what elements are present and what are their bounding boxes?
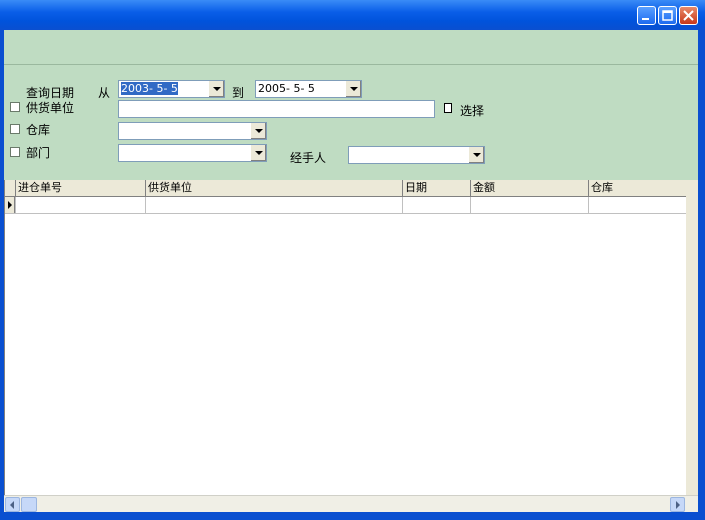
select-button-label: 选择: [460, 104, 485, 118]
supplier-label: 供货单位: [26, 101, 75, 115]
table-row[interactable]: [5, 197, 687, 214]
from-date-picker[interactable]: 2003- 5- 5: [118, 80, 225, 98]
grid-header: 进仓单号 供货单位 日期 金额 仓库: [5, 180, 687, 197]
department-checkbox[interactable]: [10, 147, 20, 157]
cell-date[interactable]: [402, 197, 470, 213]
to-date-value: 2005- 5- 5: [258, 82, 315, 95]
warehouse-select[interactable]: [118, 122, 267, 140]
warehouse-label: 仓库: [26, 123, 51, 137]
to-date-dropdown-button[interactable]: [345, 81, 361, 97]
from-date-dropdown-button[interactable]: [208, 81, 224, 97]
column-header-date[interactable]: 日期: [402, 180, 470, 196]
column-header-warehouse[interactable]: 仓库: [588, 180, 687, 196]
current-row-indicator-icon: [5, 197, 15, 213]
supplier-input[interactable]: [118, 100, 435, 118]
document-icon: [444, 103, 452, 113]
warehouse-checkbox[interactable]: [10, 124, 20, 134]
filter-panel: 查询日期 从 2003- 5- 5 到 2005- 5- 5 供货单位 选择 仓…: [4, 30, 698, 180]
to-label: 到: [232, 86, 245, 100]
from-date-value: 2003- 5- 5: [121, 82, 178, 95]
scroll-left-button[interactable]: [5, 497, 20, 512]
handler-dropdown-button[interactable]: [468, 147, 484, 163]
scroll-right-button[interactable]: [670, 497, 685, 512]
department-label: 部门: [26, 146, 51, 160]
close-icon: [683, 10, 694, 21]
close-button[interactable]: [679, 6, 698, 25]
scroll-thumb[interactable]: [21, 497, 37, 512]
minimize-icon: [642, 18, 649, 20]
maximize-icon: [662, 10, 673, 21]
to-date-picker[interactable]: 2005- 5- 5: [255, 80, 362, 98]
from-label: 从: [98, 86, 111, 100]
column-header-order-no[interactable]: 进仓单号: [15, 180, 145, 196]
inbound-orders-grid[interactable]: 进仓单号 供货单位 日期 金额 仓库: [4, 180, 687, 495]
department-dropdown-button[interactable]: [250, 145, 266, 161]
cell-warehouse[interactable]: [588, 197, 687, 213]
column-header-supplier[interactable]: 供货单位: [145, 180, 402, 196]
column-header-amount[interactable]: 金额: [470, 180, 588, 196]
handler-select[interactable]: [348, 146, 485, 164]
handler-label: 经手人: [290, 151, 327, 165]
window-frame-right: [698, 30, 705, 512]
grid-right-edge: [686, 180, 698, 495]
warehouse-dropdown-button[interactable]: [250, 123, 266, 139]
supplier-checkbox[interactable]: [10, 102, 20, 112]
app-window: 查询日期 从 2003- 5- 5 到 2005- 5- 5 供货单位 选择 仓…: [0, 0, 705, 520]
cell-supplier[interactable]: [145, 197, 402, 213]
maximize-button[interactable]: [658, 6, 677, 25]
department-select[interactable]: [118, 144, 267, 162]
window-frame-bottom: [0, 512, 705, 520]
minimize-button[interactable]: [637, 6, 656, 25]
toolbar-divider: [4, 64, 698, 65]
title-bar[interactable]: [0, 0, 705, 30]
horizontal-scrollbar[interactable]: [4, 495, 698, 513]
cell-amount[interactable]: [470, 197, 588, 213]
cell-order-no[interactable]: [15, 197, 145, 213]
select-supplier-button[interactable]: 选择: [444, 100, 494, 119]
